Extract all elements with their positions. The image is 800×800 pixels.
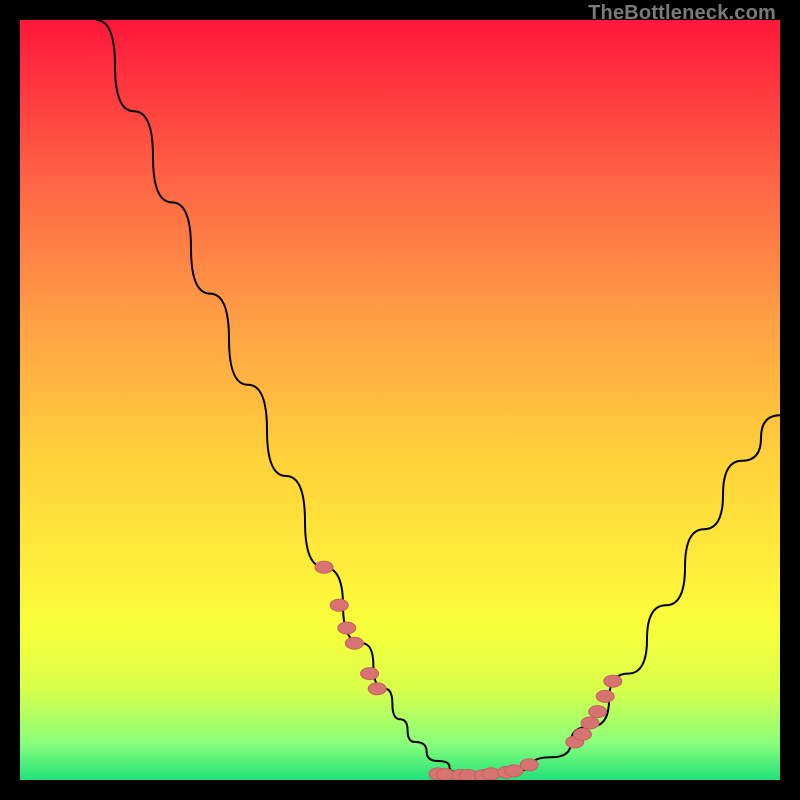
data-marker: [589, 706, 607, 718]
chart-svg: [20, 20, 780, 780]
data-marker: [330, 599, 348, 611]
data-marker: [361, 668, 379, 680]
data-marker: [338, 622, 356, 634]
watermark-text: TheBottleneck.com: [588, 2, 776, 25]
data-marker: [315, 561, 333, 573]
bottleneck-curve: [96, 20, 780, 776]
data-marker: [596, 690, 614, 702]
plot-area: [20, 20, 780, 780]
data-marker: [520, 759, 538, 771]
data-marker: [368, 683, 386, 695]
data-marker: [581, 717, 599, 729]
data-marker: [573, 728, 591, 740]
chart-stage: TheBottleneck.com: [0, 0, 800, 800]
data-marker: [604, 675, 622, 687]
data-marker: [345, 637, 363, 649]
